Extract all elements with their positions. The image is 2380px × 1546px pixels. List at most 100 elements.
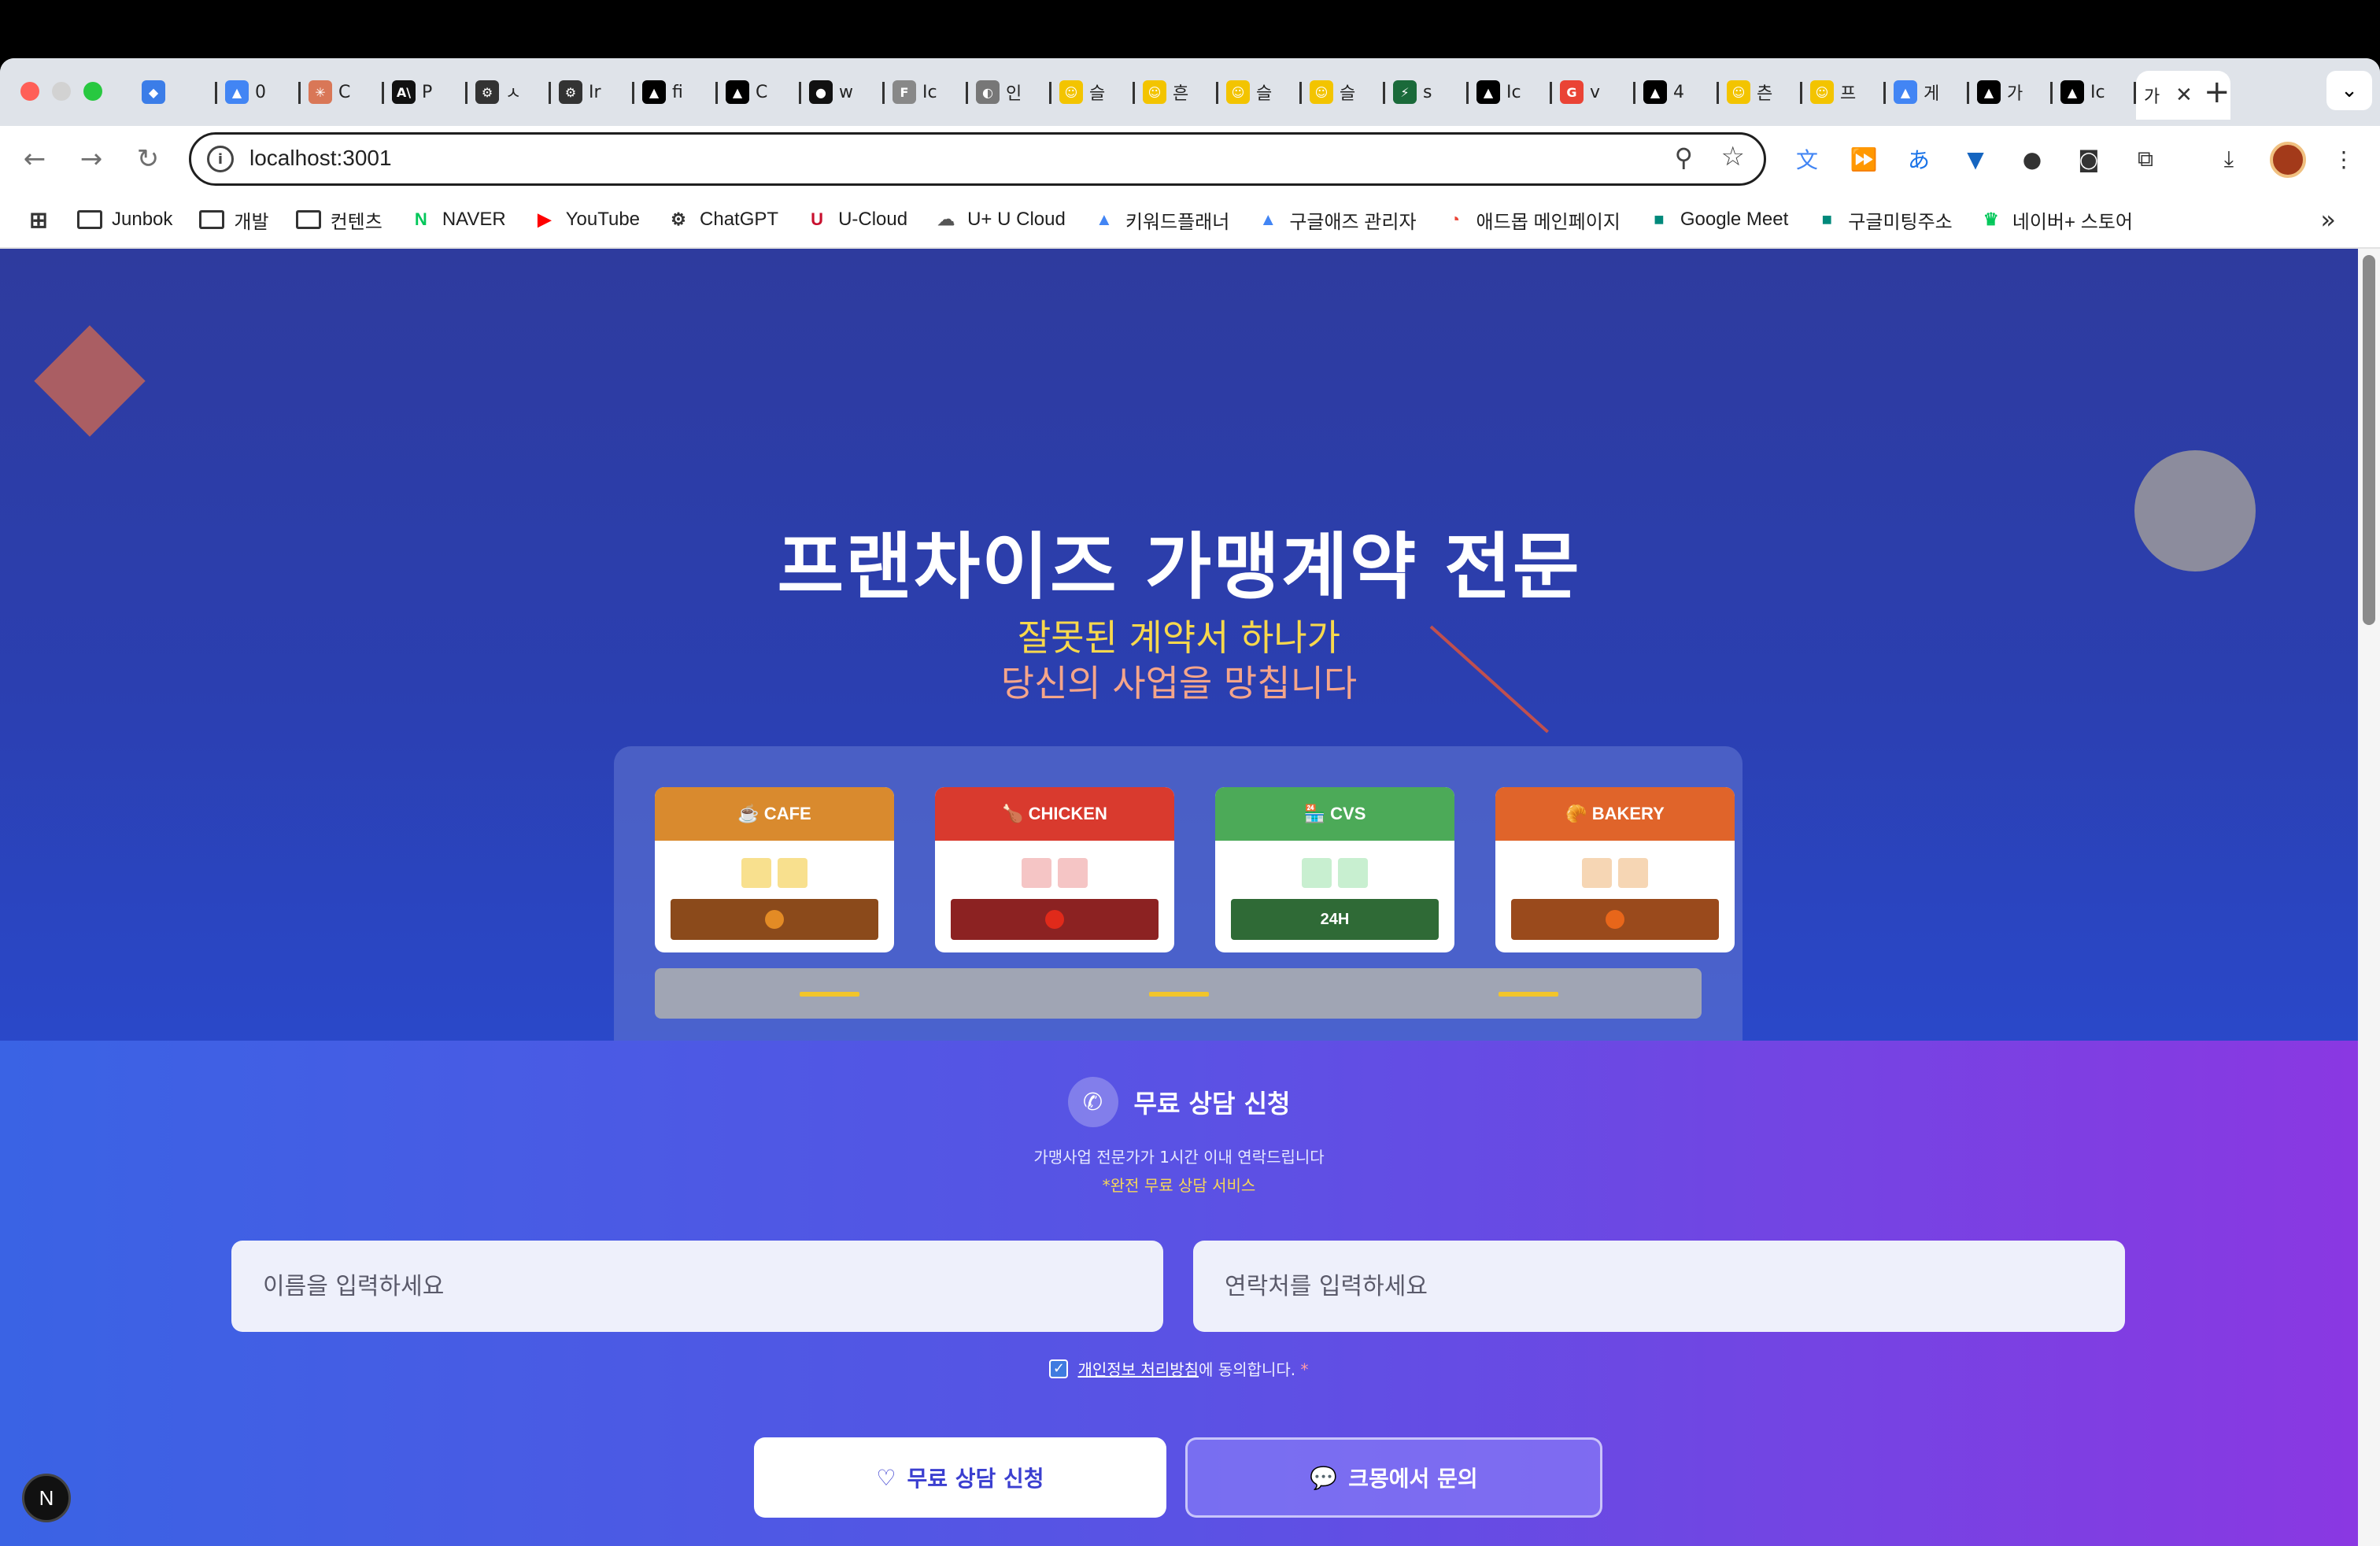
store-windows [1302,858,1368,888]
tab-title: 슬 [1089,84,1106,104]
bookmark-item[interactable]: ▶ YouTube [533,208,640,231]
chevron-down-icon: ⌄ [2341,79,2358,102]
road-marking [800,992,859,997]
kmong-inquiry-button[interactable]: 💬 크몽에서 문의 [1185,1437,1602,1518]
bookmark-item[interactable]: ▲ 키워드플래너 [1092,206,1229,234]
bookmark-item[interactable]: ⚙ ChatGPT [667,208,778,231]
screen-top-bar [0,0,2380,58]
apps-grid-icon[interactable]: ⊞ [27,208,50,232]
phone-icon: ✆ [1067,1077,1118,1127]
browser-tab[interactable]: ● w [801,71,885,113]
form-note: *완전 무료 상담 서비스 [1102,1176,1256,1195]
bookmark-item[interactable]: N NAVER [409,208,506,231]
browser-tab[interactable]: Gv [1552,71,1635,113]
zoom-icon[interactable]: ⚲ [1675,142,1693,172]
site-info-icon[interactable]: i [207,146,234,172]
bookmark-item[interactable]: ▲ 구글애즈 관리자 [1256,206,1416,234]
store-door [1511,899,1719,940]
translate-icon[interactable]: あ [1900,140,1938,178]
browser-tab[interactable]: ✳ C [301,71,384,113]
bookmark-star-icon[interactable]: ☆ [1721,141,1745,172]
browser-tab[interactable]: ☺ 슬 [1218,71,1302,113]
browser-tab[interactable]: ▲ 게 [1886,71,1969,113]
back-button[interactable]: ← [16,140,54,178]
tab-title: 가 [2007,84,2023,104]
url-text[interactable]: localhost:3001 [249,146,392,171]
tab-title: C [338,82,351,102]
more-menu-icon[interactable]: ⋮ [2325,140,2363,178]
browser-tab[interactable]: ▲ 0 [217,71,301,113]
browser-tab[interactable]: ▲ 가 [1969,71,2053,113]
tab-search-button[interactable]: ⌄ [2326,71,2372,110]
road [655,968,1702,1019]
browser-tab[interactable]: ◆ [134,71,217,113]
store-door [671,899,878,940]
browser-tab[interactable]: ⚡ s [1385,71,1469,113]
forward-button[interactable]: → [72,140,110,178]
chat-bubble-icon: 💬 [1310,1464,1338,1491]
bookmark-label: U+ U Cloud [967,209,1066,230]
tab-title: 프 [1840,84,1857,104]
browser-tab[interactable]: A\ P [384,71,468,113]
browser-tab[interactable]: F Ic [885,71,968,113]
bookmark-item[interactable]: ■ Google Meet [1647,208,1788,231]
browser-tab[interactable]: ☺ 슬 [1302,71,1385,113]
browser-tab[interactable]: ⚙ ㅅ [468,71,551,113]
extensions-puzzle-icon[interactable]: ⧉ [2127,140,2164,178]
free-consultation-button[interactable]: ♡ 무료 상담 신청 [754,1437,1166,1518]
store-window [1058,858,1088,888]
bookmark-item[interactable]: 컨텐츠 [295,206,382,234]
tab-title: 흔 [1173,84,1189,104]
privacy-consent: ✓ 개인정보 처리방침에 동의합니다. * [0,1357,2358,1380]
bookmark-item[interactable]: ◔ 애드몹 메인페이지 [1443,206,1621,234]
browser-tab[interactable]: ⚙ Ir [551,71,634,113]
profile-avatar[interactable] [2270,142,2306,178]
browser-tab[interactable]: ▲ C [718,71,801,113]
bookmark-item[interactable]: Junbok [77,209,172,231]
browser-tab[interactable]: ☺ 슬 [1051,71,1135,113]
door-knob [1606,910,1624,929]
privacy-policy-link[interactable]: 개인정보 처리방침 [1077,1360,1199,1379]
bookmark-item[interactable]: U U-Cloud [805,208,907,231]
bookmark-item[interactable]: ♛ 네이버+ 스토어 [1979,206,2133,234]
download-icon[interactable]: ⤓ [2210,140,2248,178]
bookmark-item[interactable]: ☁ U+ U Cloud [934,208,1066,231]
google-translate-icon[interactable]: 文 [1788,140,1826,178]
browser-tab[interactable]: ▲ fi [634,71,718,113]
browser-tab[interactable]: ▲ 4 [1635,71,1719,113]
vuetify-icon[interactable]: ▼ [1957,140,1994,178]
tab-title: Ic [2090,82,2105,102]
browser-tab[interactable]: ◐ 인 [968,71,1051,113]
media-control-icon[interactable]: ⏩ [1845,140,1883,178]
robot-extension-icon[interactable]: ◙ [2070,140,2108,178]
new-tab-button[interactable]: + [2204,74,2230,110]
tab-title: Ic [922,82,937,102]
close-tab-icon[interactable]: ✕ [2175,83,2193,107]
more-bookmarks-icon[interactable]: » [2320,205,2336,235]
browser-tab[interactable]: ▲ Ic [1469,71,1552,113]
browser-tab[interactable]: ☺ 흔 [1135,71,1218,113]
nextjs-dev-badge[interactable]: N [22,1474,71,1522]
minimize-window-button[interactable] [52,82,71,101]
vercel-extension-icon[interactable]: ● [2013,140,2051,178]
folder-icon [199,210,225,229]
google-meet-icon: ■ [1654,209,1665,229]
consent-text: 에 동의합니다. [1199,1360,1296,1379]
address-bar[interactable]: i localhost:3001 ⚲ ☆ [189,132,1766,186]
phone-input[interactable] [1193,1241,2125,1332]
bookmark-item[interactable]: ■ 구글미팅주소 [1815,206,1953,234]
bookmark-item[interactable]: 개발 [199,206,269,234]
decorative-diamond [34,325,146,437]
browser-tab[interactable]: ▲ Ic [2053,71,2136,113]
browser-tab[interactable]: ☺ 프 [1802,71,1886,113]
bookmark-label: ChatGPT [700,209,779,230]
maximize-window-button[interactable] [83,82,102,101]
close-window-button[interactable] [20,82,39,101]
reload-button[interactable]: ↻ [129,140,167,178]
scrollbar-thumb[interactable] [2363,255,2375,625]
web-page: 프랜차이즈 가맹계약 전문 잘못된 계약서 하나가 당신의 사업을 망칩니다 ☕… [0,249,2380,1546]
browser-tab[interactable]: ☺ 츤 [1719,71,1802,113]
store-window [1022,858,1051,888]
name-input[interactable] [231,1241,1163,1332]
consent-checkbox[interactable]: ✓ [1049,1359,1069,1378]
